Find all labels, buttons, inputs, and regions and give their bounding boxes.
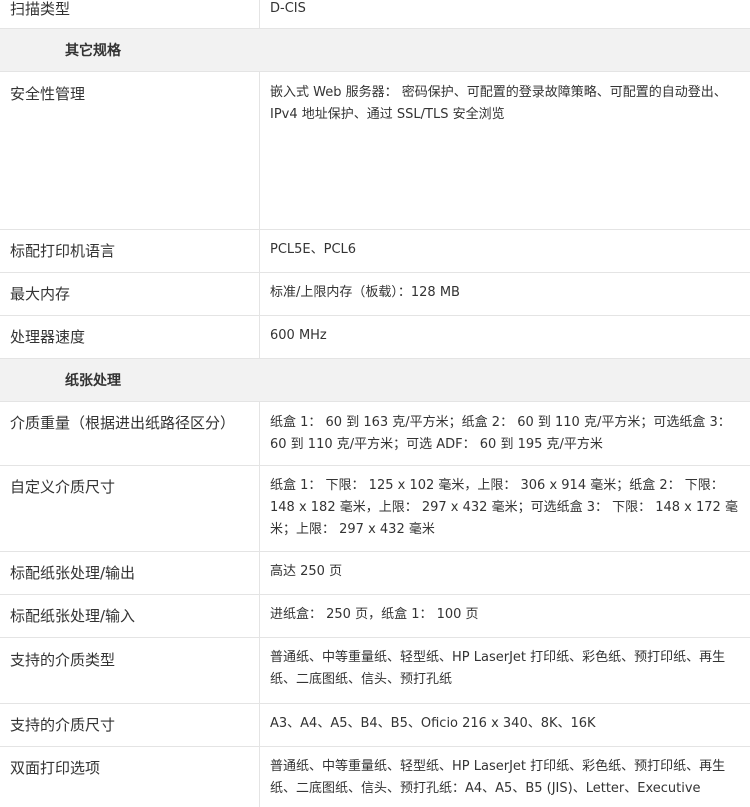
spec-label: 处理器速度	[0, 316, 260, 358]
spec-label: 标配打印机语言	[0, 230, 260, 272]
spec-value: D-CIS	[270, 1, 306, 16]
spec-value: PCL5E、PCL6	[270, 242, 357, 257]
spec-row-paper-input: 标配纸张处理/输入 进纸盒： 250 页，纸盒 1： 100 页	[0, 595, 750, 638]
spec-value: 嵌入式 Web 服务器： 密码保护、可配置的登录故障策略、可配置的自动登出、IP…	[270, 85, 727, 122]
spec-value: 标准/上限内存（板载）：128 MB	[270, 285, 460, 300]
spec-value: 高达 250 页	[270, 564, 343, 579]
spec-row-media-sizes: 支持的介质尺寸 A3、A4、A5、B4、B5、Oficio 216 x 340、…	[0, 704, 750, 747]
spec-value: A3、A4、A5、B4、B5、Oficio 216 x 340、8K、16K	[270, 716, 596, 731]
section-title: 其它规格	[65, 43, 121, 59]
spec-table: 扫描类型 D-CIS 其它规格 安全性管理 嵌入式 Web 服务器： 密码保护、…	[0, 0, 750, 807]
spec-label: 最大内存	[0, 273, 260, 315]
spec-label: 双面打印选项	[0, 747, 260, 807]
spec-label: 标配纸张处理/输入	[0, 595, 260, 637]
spec-value: 进纸盒： 250 页，纸盒 1： 100 页	[270, 607, 479, 622]
spec-label: 自定义介质尺寸	[0, 466, 260, 551]
spec-label: 支持的介质尺寸	[0, 704, 260, 746]
spec-row-security: 安全性管理 嵌入式 Web 服务器： 密码保护、可配置的登录故障策略、可配置的自…	[0, 72, 750, 230]
spec-row-media-types: 支持的介质类型 普通纸、中等重量纸、轻型纸、HP LaserJet 打印纸、彩色…	[0, 638, 750, 704]
section-title: 纸张处理	[65, 373, 121, 389]
spec-label: 介质重量（根据进出纸路径区分）	[0, 402, 260, 465]
spec-value: 普通纸、中等重量纸、轻型纸、HP LaserJet 打印纸、彩色纸、预打印纸、再…	[270, 650, 726, 687]
spec-value: 普通纸、中等重量纸、轻型纸、HP LaserJet 打印纸、彩色纸、预打印纸、再…	[270, 759, 726, 796]
spec-row-scan-type: 扫描类型 D-CIS	[0, 0, 750, 29]
spec-value: 600 MHz	[270, 328, 327, 343]
spec-row-max-memory: 最大内存 标准/上限内存（板载）：128 MB	[0, 273, 750, 316]
spec-row-media-weight: 介质重量（根据进出纸路径区分） 纸盒 1： 60 到 163 克/平方米；纸盒 …	[0, 402, 750, 466]
spec-label: 扫描类型	[0, 0, 260, 28]
spec-value: 纸盒 1： 60 到 163 克/平方米；纸盒 2： 60 到 110 克/平方…	[270, 415, 731, 452]
spec-row-custom-media-size: 自定义介质尺寸 纸盒 1： 下限： 125 x 102 毫米，上限： 306 x…	[0, 466, 750, 552]
section-header-other-specs: 其它规格	[0, 29, 750, 72]
spec-row-paper-output: 标配纸张处理/输出 高达 250 页	[0, 552, 750, 595]
spec-row-duplex-options: 双面打印选项 普通纸、中等重量纸、轻型纸、HP LaserJet 打印纸、彩色纸…	[0, 747, 750, 807]
spec-row-printer-language: 标配打印机语言 PCL5E、PCL6	[0, 230, 750, 273]
section-header-paper-handling: 纸张处理	[0, 359, 750, 402]
spec-value: 纸盒 1： 下限： 125 x 102 毫米，上限： 306 x 914 毫米；…	[270, 478, 738, 537]
spec-row-processor-speed: 处理器速度 600 MHz	[0, 316, 750, 359]
spec-label: 安全性管理	[0, 72, 260, 229]
spec-label: 支持的介质类型	[0, 638, 260, 703]
spec-label: 标配纸张处理/输出	[0, 552, 260, 594]
